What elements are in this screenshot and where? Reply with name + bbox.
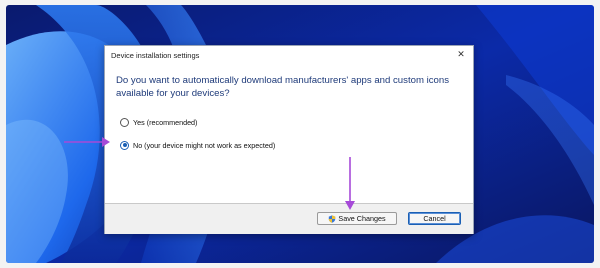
dialog-title: Device installation settings: [111, 51, 200, 60]
cancel-label: Cancel: [423, 214, 446, 223]
dialog-question: Do you want to automatically download ma…: [116, 75, 449, 99]
radio-no[interactable]: [120, 140, 129, 150]
save-changes-button[interactable]: Save Changes: [317, 212, 397, 225]
uac-shield-icon: [329, 214, 336, 223]
annotation-arrow-right-icon: [64, 137, 110, 147]
dialog-titlebar: Device installation settings ✕: [105, 46, 473, 64]
save-changes-label: Save Changes: [338, 214, 386, 223]
option-yes[interactable]: Yes (recommended): [120, 116, 197, 128]
screenshot-frame: Device installation settings ✕ Do you wa…: [6, 5, 594, 263]
option-no[interactable]: No (your device might not work as expect…: [120, 139, 275, 151]
radio-yes[interactable]: [120, 117, 129, 127]
device-installation-dialog: Device installation settings ✕ Do you wa…: [104, 45, 474, 234]
cancel-button[interactable]: Cancel: [408, 212, 461, 225]
annotation-arrow-down-icon: [345, 157, 355, 210]
option-no-label: No (your device might not work as expect…: [133, 140, 276, 150]
close-icon[interactable]: ✕: [455, 49, 467, 61]
option-yes-label: Yes (recommended): [133, 117, 198, 127]
